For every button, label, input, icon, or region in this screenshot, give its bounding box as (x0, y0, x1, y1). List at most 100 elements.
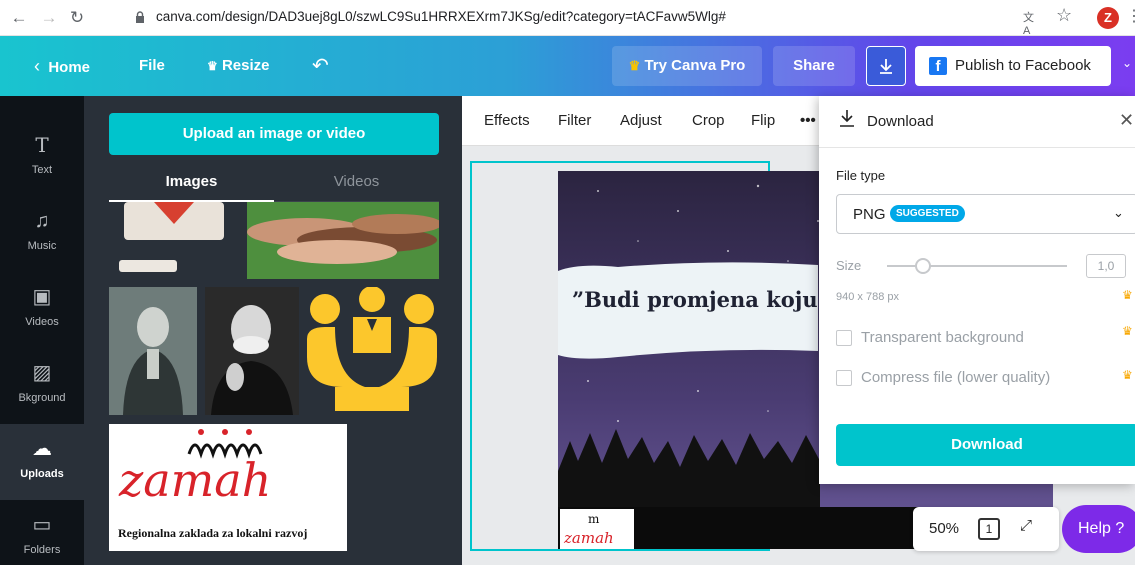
team-icon-image (307, 287, 437, 411)
rail-label: Music (27, 240, 57, 252)
rail-item-videos[interactable]: ▣ Videos (0, 272, 84, 348)
upload-icon: ☁ (32, 438, 52, 460)
rail-item-uploads[interactable]: ☁ Uploads (0, 424, 84, 500)
svg-text:zamah: zamah (118, 453, 271, 504)
zamah-logo-image: zamah (118, 429, 271, 507)
upload-thumbnail[interactable] (109, 202, 237, 284)
flip-button[interactable]: Flip (751, 96, 775, 146)
transparent-label: Transparent background (861, 329, 1024, 346)
translate-icon[interactable]: 文A (1023, 9, 1041, 37)
download-title: Download (867, 113, 934, 130)
transparent-checkbox[interactable] (836, 330, 852, 346)
download-panel: Download ✕ File type PNG SUGGESTED ⌄ Siz… (819, 96, 1135, 484)
dimensions-text: 940 x 788 px (836, 291, 899, 303)
download-icon (880, 59, 892, 74)
tab-images[interactable]: Images (109, 168, 274, 202)
home-button[interactable]: ‹ Home (34, 36, 90, 96)
undo-icon[interactable]: ↶ (312, 36, 329, 96)
logo-tagline: Regionalna zaklada za lokalni razvoj (118, 526, 308, 540)
file-type-select[interactable]: PNG SUGGESTED ⌄ (836, 194, 1135, 234)
folder-icon: ▭ (32, 514, 52, 536)
rail-item-music[interactable]: ♫ Music (0, 196, 84, 272)
zoom-control: 50% 1 ⤢ (913, 507, 1059, 551)
resize-label: Resize (221, 57, 270, 74)
upload-thumbnail[interactable] (109, 287, 197, 415)
rail-item-background[interactable]: ▨ Bkground (0, 348, 84, 424)
address-bar[interactable]: canva.com/design/DAD3uej8gL0/szwLC9Su1HR… (126, 6, 1086, 30)
filter-button[interactable]: Filter (558, 96, 591, 146)
size-input[interactable]: 1,0 (1086, 254, 1126, 278)
crown-icon: ♛ (207, 59, 218, 73)
url-text: canva.com/design/DAD3uej8gL0/szwLC9Su1HR… (156, 9, 726, 24)
bookmark-star-icon[interactable]: ☆ (1056, 5, 1072, 26)
file-type-label: File type (836, 168, 886, 183)
facebook-icon: f (929, 57, 947, 75)
upload-thumbnail[interactable]: zamah Regionalna zaklada za lokalni razv… (109, 424, 347, 551)
fullscreen-icon[interactable]: ⤢ (1020, 517, 1032, 534)
file-menu[interactable]: File (139, 36, 165, 96)
download-confirm-button[interactable]: Download (836, 424, 1135, 466)
zoom-level[interactable]: 50% (929, 520, 959, 537)
compress-label: Compress file (lower quality) (861, 369, 1051, 386)
close-icon[interactable]: ✕ (1119, 110, 1134, 131)
quote-text[interactable]: ”Budi promjena koju že (572, 287, 850, 312)
download-header: Download ✕ (819, 96, 1135, 148)
profile-avatar[interactable]: Z (1097, 7, 1119, 29)
page-count-button[interactable]: 1 (978, 518, 1000, 540)
publish-facebook-button[interactable]: f Publish to Facebook (915, 46, 1111, 86)
rail-label: Bkground (18, 392, 66, 404)
effects-button[interactable]: Effects (484, 96, 530, 146)
rail-label: Uploads (20, 468, 64, 480)
crown-icon: ♛ (1122, 288, 1133, 302)
try-pro-button[interactable]: ♛ Try Canva Pro (612, 46, 762, 86)
rail-label: Folders (23, 544, 61, 556)
size-slider[interactable] (887, 265, 1067, 267)
adjust-button[interactable]: Adjust (620, 96, 662, 146)
rail-label: Text (31, 164, 53, 176)
more-options-button[interactable]: ••• (800, 96, 816, 146)
browser-menu-icon[interactable]: ⋮ (1126, 6, 1135, 26)
home-label: Home (48, 59, 91, 76)
side-rail: T Text ♫ Music ▣ Videos ▨ Bkground ☁ Upl… (0, 96, 84, 565)
text-icon: T (35, 133, 49, 157)
rail-label: Videos (25, 316, 59, 328)
download-icon (840, 110, 854, 127)
chevron-down-icon[interactable]: ⌄ (1122, 56, 1132, 70)
reload-icon[interactable]: ↻ (66, 7, 88, 29)
browser-chrome: ← → ↻ canva.com/design/DAD3uej8gL0/szwLC… (0, 0, 1135, 37)
size-slider-handle[interactable] (915, 258, 931, 274)
tab-videos[interactable]: Videos (274, 168, 439, 202)
chevron-left-icon: ‹ (34, 56, 40, 76)
try-pro-label: Try Canva Pro (644, 57, 746, 74)
back-icon[interactable]: ← (8, 7, 30, 29)
download-button[interactable] (866, 46, 906, 86)
background-icon: ▨ (32, 362, 52, 384)
size-label: Size (836, 258, 862, 273)
file-type-value: PNG (853, 206, 886, 223)
canva-topbar: ‹ Home File ♛ Resize ↶ ♛ Try Canva Pro S… (0, 36, 1135, 96)
publish-label: Publish to Facebook (955, 57, 1091, 74)
portrait-man-image (205, 287, 299, 415)
crown-icon: ♛ (1122, 324, 1133, 338)
music-icon: ♫ (34, 210, 50, 232)
upload-media-button[interactable]: Upload an image or video (109, 113, 439, 155)
heart-image (119, 202, 224, 272)
svg-text:zamah: zamah (563, 529, 614, 547)
portrait-woman-image (109, 287, 197, 415)
rail-item-text[interactable]: T Text (0, 120, 84, 196)
video-icon: ▣ (32, 286, 52, 308)
uploads-panel: Upload an image or video Images Videos z… (84, 96, 462, 565)
forward-icon[interactable]: → (38, 7, 60, 29)
suggested-badge: SUGGESTED (890, 205, 965, 222)
chevron-down-icon: ⌄ (1113, 205, 1124, 220)
compress-checkbox[interactable] (836, 370, 852, 386)
share-button[interactable]: Share (773, 46, 855, 86)
crop-button[interactable]: Crop (692, 96, 725, 146)
upload-thumbnail[interactable] (305, 287, 439, 415)
upload-thumbnail[interactable] (205, 287, 299, 415)
hands-image (247, 202, 439, 279)
help-button[interactable]: Help ? (1062, 505, 1135, 553)
upload-thumbnail[interactable] (247, 202, 439, 279)
crown-icon: ♛ (1122, 368, 1133, 382)
resize-button[interactable]: ♛ Resize (207, 36, 269, 96)
